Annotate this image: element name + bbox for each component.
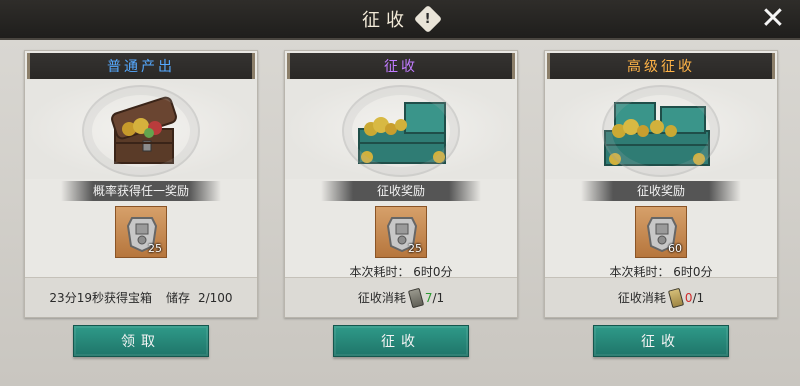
- seal-emblem: [602, 85, 720, 177]
- item-count: 25: [148, 242, 162, 255]
- reward-item-slot[interactable]: 25: [375, 206, 427, 258]
- main-panel: 普通产出 概率获得任一奖励 25 23分19秒获得宝箱 储存 2/100 征收 …: [0, 40, 800, 386]
- reward-label: 概率获得任一奖励: [61, 181, 221, 201]
- card-header: 征收: [287, 53, 515, 79]
- chest-art: [545, 79, 777, 179]
- levy-token-icon: [407, 287, 424, 308]
- card-footer: 征收消耗 0 /1: [545, 277, 777, 317]
- info-icon[interactable]: !: [413, 4, 443, 34]
- levy-button[interactable]: 征收: [333, 325, 469, 357]
- card-footer: 23分19秒获得宝箱 储存 2/100: [25, 277, 257, 317]
- reward-label: 征收奖励: [581, 181, 741, 201]
- seal-emblem: [82, 85, 200, 177]
- close-icon[interactable]: ✕: [758, 4, 788, 34]
- claim-button[interactable]: 领取: [73, 325, 209, 357]
- card-advanced-levy: 高级征收 征收奖励 60 本次耗时： 6时0分 征收消耗 0 /1: [544, 50, 778, 318]
- window-title: 征收: [362, 10, 410, 31]
- cost-label: 征收消耗: [617, 291, 666, 305]
- chest-art: [25, 79, 257, 179]
- cost-label: 征收消耗: [357, 291, 406, 305]
- chest-timer-text: 23分19秒获得宝箱: [49, 291, 152, 305]
- item-count: 25: [408, 242, 422, 255]
- card-footer: 征收消耗 7 /1: [285, 277, 517, 317]
- chest-art: [285, 79, 517, 179]
- info-icon-glyph: !: [425, 11, 431, 27]
- seal-emblem: [342, 85, 460, 177]
- reward-item-slot[interactable]: 25: [115, 206, 167, 258]
- card-header: 普通产出: [27, 53, 255, 79]
- storage-label: 储存: [165, 291, 190, 305]
- reward-item-slot[interactable]: 60: [635, 206, 687, 258]
- cost-have: 7: [424, 290, 433, 305]
- advanced-token-icon: [667, 287, 684, 308]
- card-normal-output: 普通产出 概率获得任一奖励 25 23分19秒获得宝箱 储存 2/100: [24, 50, 258, 318]
- cost-need: /1: [432, 290, 445, 305]
- title-bar: 征收 ! ✕: [0, 0, 800, 40]
- reward-label: 征收奖励: [321, 181, 481, 201]
- card-header: 高级征收: [547, 53, 775, 79]
- advanced-levy-button[interactable]: 征收: [593, 325, 729, 357]
- item-count: 60: [668, 242, 682, 255]
- card-levy: 征收 征收奖励 25 本次耗时： 6时0分 征收消耗 7 /1: [284, 50, 518, 318]
- cost-have: 0: [684, 290, 693, 305]
- storage-value: 2/100: [197, 290, 233, 305]
- cost-need: /1: [692, 290, 705, 305]
